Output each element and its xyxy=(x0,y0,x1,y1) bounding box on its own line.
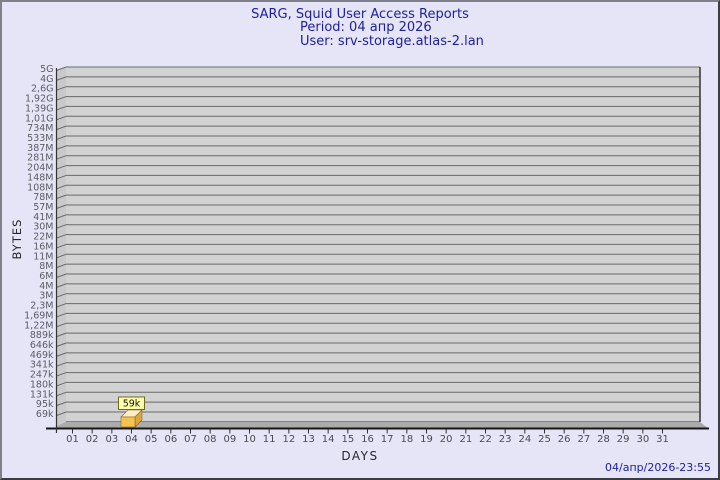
x-tick-label: 05 xyxy=(145,434,158,445)
x-tick-label: 17 xyxy=(381,434,394,445)
x-tick-label: 30 xyxy=(636,434,649,445)
x-tick-label: 18 xyxy=(400,434,413,445)
plot-floor xyxy=(56,422,708,428)
bar-value-label: 59k xyxy=(123,398,141,409)
x-tick-label: 11 xyxy=(263,434,276,445)
x-tick-label: 27 xyxy=(577,434,590,445)
x-tick-label: 13 xyxy=(302,434,315,445)
x-tick-label: 06 xyxy=(164,434,177,445)
x-tick-label: 21 xyxy=(459,434,472,445)
x-tick-label: 20 xyxy=(440,434,453,445)
x-tick-label: 31 xyxy=(656,434,669,445)
x-tick-label: 29 xyxy=(617,434,630,445)
x-tick-label: 16 xyxy=(361,434,374,445)
sarg-report-window: SARG, Squid User Access Reports Period: … xyxy=(0,0,720,480)
x-tick-label: 26 xyxy=(558,434,571,445)
x-tick-label: 28 xyxy=(597,434,610,445)
bar-front-face xyxy=(121,417,135,427)
x-tick-label: 08 xyxy=(204,434,217,445)
x-tick-label: 10 xyxy=(243,434,256,445)
x-tick-label: 23 xyxy=(499,434,512,445)
x-tick-label: 15 xyxy=(341,434,354,445)
x-tick-label: 14 xyxy=(322,434,335,445)
x-tick-label: 25 xyxy=(538,434,551,445)
y-tick-label: 69k xyxy=(36,409,54,420)
x-tick-label: 03 xyxy=(105,434,118,445)
x-tick-label: 04 xyxy=(125,434,138,445)
x-tick-label: 24 xyxy=(518,434,531,445)
x-tick-label: 19 xyxy=(420,434,433,445)
bar-chart-canvas: 5G4G2,6G1,92G1,39G1,01G734M533M387M281M2… xyxy=(2,2,720,480)
x-tick-label: 07 xyxy=(184,434,197,445)
footer-timestamp: 04/апр/2026-23:55 xyxy=(605,461,711,474)
x-tick-label: 02 xyxy=(86,434,99,445)
x-tick-label: 01 xyxy=(66,434,79,445)
x-tick-label: 09 xyxy=(223,434,236,445)
x-tick-label: 12 xyxy=(282,434,295,445)
x-tick-label: 22 xyxy=(479,434,492,445)
